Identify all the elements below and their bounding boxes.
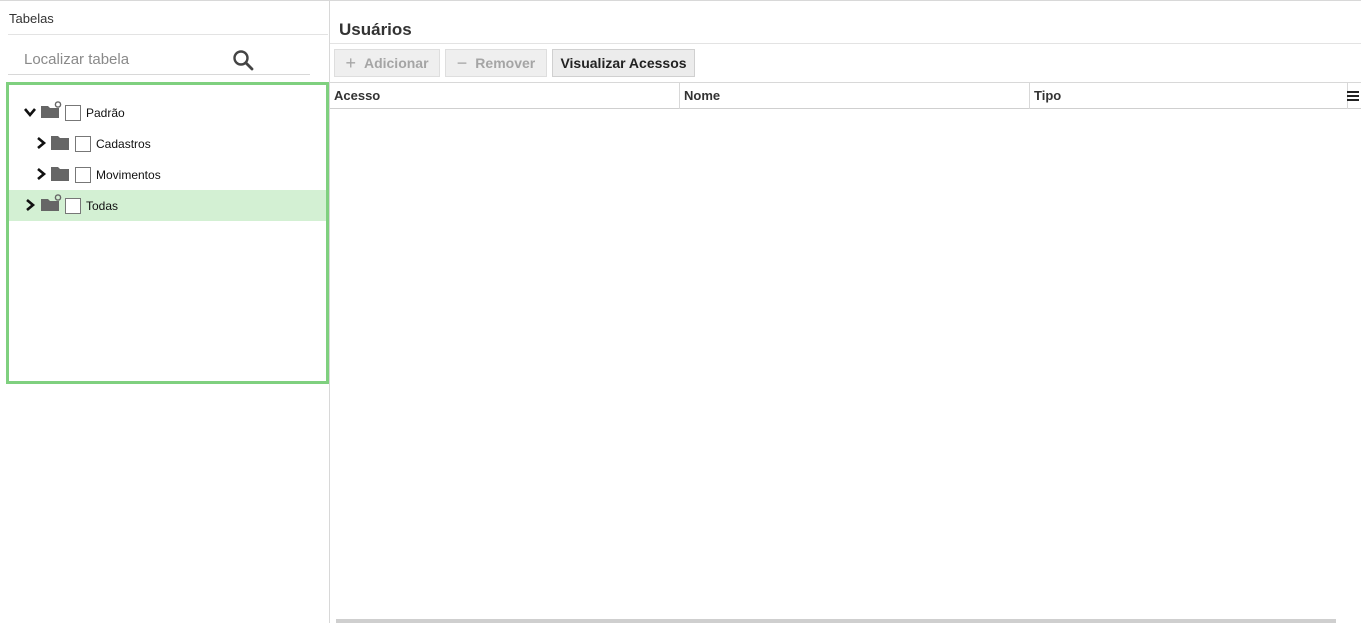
add-button-label: Adicionar [363, 55, 429, 71]
divider [8, 34, 328, 35]
folder-settings-icon [41, 194, 62, 211]
plus-icon: + [345, 53, 356, 73]
column-header-acesso[interactable]: Acesso [330, 83, 680, 109]
column-menu-icon[interactable] [1347, 90, 1359, 102]
search-icon[interactable] [232, 49, 254, 71]
panel-title: Tabelas [9, 11, 54, 26]
users-grid-header: Acesso Nome Tipo [330, 82, 1361, 109]
search-box [8, 45, 310, 75]
remove-button-label: Remover [475, 55, 536, 71]
tree-node-cadastros[interactable]: Cadastros [9, 128, 326, 159]
view-access-button-label: Visualizar Acessos [560, 55, 687, 71]
tree-checkbox[interactable] [75, 167, 91, 183]
column-header-nome[interactable]: Nome [680, 83, 1030, 109]
column-header-tipo[interactable]: Tipo [1030, 83, 1348, 109]
tree-node-todas[interactable]: Todas [9, 190, 326, 221]
tree-node-label: Movimentos [96, 168, 161, 182]
chevron-right-icon[interactable] [34, 167, 48, 181]
search-input[interactable] [8, 45, 268, 73]
tree-node-label: Todas [86, 199, 119, 213]
chevron-right-icon[interactable] [23, 198, 37, 212]
chevron-down-icon[interactable] [23, 105, 37, 119]
remove-button[interactable]: − Remover [445, 49, 547, 77]
view-access-button[interactable]: Visualizar Acessos [552, 49, 695, 77]
add-button[interactable]: + Adicionar [334, 49, 440, 77]
minus-icon: − [456, 53, 468, 73]
tree-node-label: Cadastros [96, 137, 151, 151]
table-tree: Padrão Cadastros Movimentos Todas [6, 82, 329, 384]
tree-node-label: Padrão [86, 106, 125, 120]
chevron-right-icon[interactable] [34, 136, 48, 150]
tables-panel: Tabelas Padrão [0, 1, 330, 623]
folder-icon [51, 136, 69, 150]
tree-node-padrao[interactable]: Padrão [9, 97, 326, 128]
folder-settings-icon [41, 101, 62, 118]
tree-checkbox[interactable] [65, 105, 81, 121]
tree-checkbox[interactable] [65, 198, 81, 214]
folder-icon [51, 167, 69, 181]
tree-checkbox[interactable] [75, 136, 91, 152]
horizontal-scrollbar[interactable] [336, 619, 1336, 623]
divider [330, 43, 1361, 44]
tree-node-movimentos[interactable]: Movimentos [9, 159, 326, 190]
page-title: Usuários [339, 20, 412, 39]
